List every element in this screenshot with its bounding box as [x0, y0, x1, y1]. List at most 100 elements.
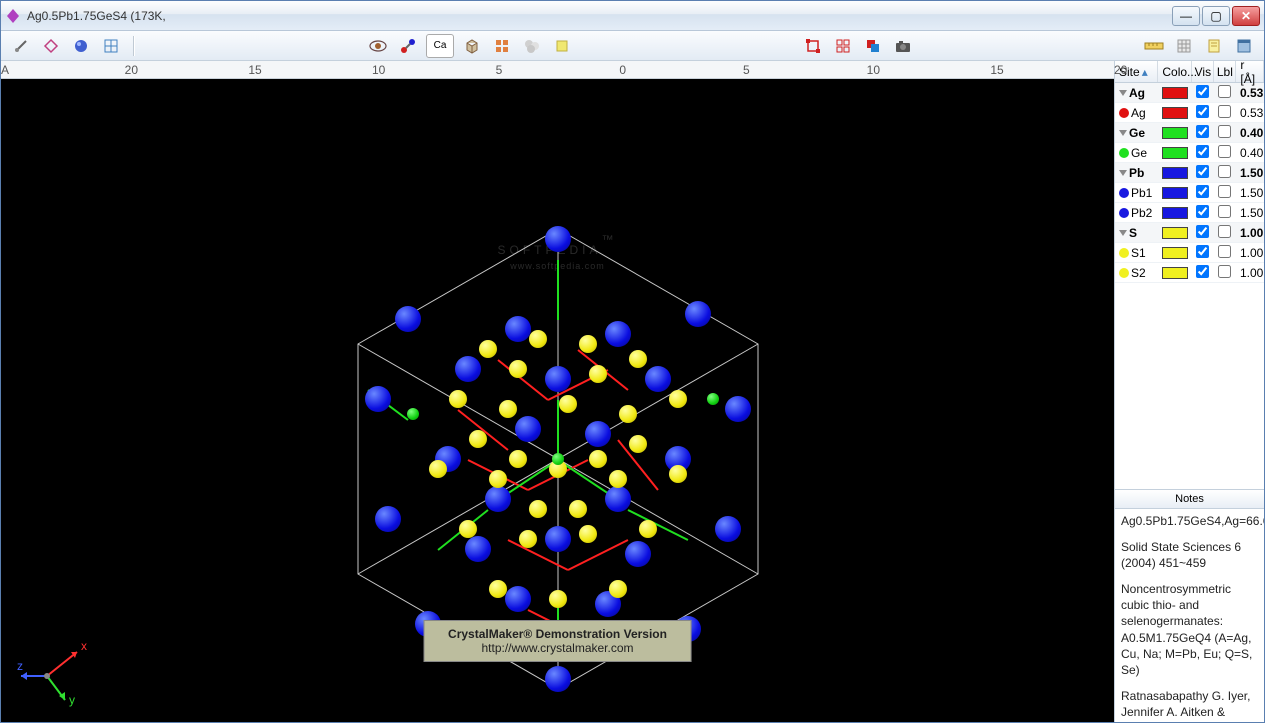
vis-checkbox[interactable]	[1196, 105, 1209, 118]
minimize-button[interactable]: —	[1172, 6, 1200, 26]
ruler-tick: 10	[372, 63, 385, 77]
label-button[interactable]: Ca	[426, 34, 454, 58]
radius-value: 0.40	[1236, 126, 1264, 140]
layout-button[interactable]	[831, 34, 855, 58]
notepad-button[interactable]	[1202, 34, 1226, 58]
vis-checkbox[interactable]	[1196, 245, 1209, 258]
color-swatch[interactable]	[1162, 87, 1188, 99]
vis-checkbox[interactable]	[1196, 85, 1209, 98]
color-swatch[interactable]	[1162, 227, 1188, 239]
vis-checkbox[interactable]	[1196, 165, 1209, 178]
color-swatch[interactable]	[1162, 167, 1188, 179]
ruler-tick: 10	[867, 63, 880, 77]
color-swatch[interactable]	[1162, 147, 1188, 159]
lbl-checkbox[interactable]	[1218, 145, 1231, 158]
site-name: Ag	[1129, 86, 1145, 100]
col-color[interactable]: Colo...	[1158, 61, 1192, 82]
color-swatch[interactable]	[1162, 107, 1188, 119]
site-name: Pb	[1129, 166, 1144, 180]
vis-checkbox[interactable]	[1196, 225, 1209, 238]
diamond-button[interactable]	[39, 34, 63, 58]
lbl-checkbox[interactable]	[1218, 125, 1231, 138]
atom-blue	[545, 526, 571, 552]
vis-checkbox[interactable]	[1196, 145, 1209, 158]
site-row[interactable]: Ag0.53	[1115, 83, 1264, 103]
site-row[interactable]: Pb21.50	[1115, 203, 1264, 223]
vis-checkbox[interactable]	[1196, 185, 1209, 198]
atom-blue	[545, 226, 571, 252]
notes-panel[interactable]: Ag0.5Pb1.75GeS4,Ag=66.67%,Pb1=16.67%,173…	[1115, 509, 1264, 723]
atom-yellow	[609, 470, 627, 488]
site-row[interactable]: S1.00	[1115, 223, 1264, 243]
site-name: Ge	[1131, 146, 1147, 160]
settings-button[interactable]	[9, 34, 33, 58]
grid-button[interactable]	[99, 34, 123, 58]
color-swatch[interactable]	[1162, 247, 1188, 259]
viewport-3d[interactable]: SOFTPEDIA™ www.softpedia.com CrystalMake…	[1, 79, 1114, 722]
demo-label: CrystalMaker® Demonstration Version http…	[423, 620, 692, 662]
grid2-button[interactable]	[490, 34, 514, 58]
atom-yellow	[579, 335, 597, 353]
color-swatch[interactable]	[1162, 267, 1188, 279]
layers-button[interactable]	[861, 34, 885, 58]
vis-checkbox[interactable]	[1196, 205, 1209, 218]
atom-yellow	[459, 520, 477, 538]
atom-yellow	[469, 430, 487, 448]
site-row[interactable]: S11.00	[1115, 243, 1264, 263]
eye-button[interactable]	[366, 34, 390, 58]
site-name: S	[1129, 226, 1137, 240]
lbl-checkbox[interactable]	[1218, 165, 1231, 178]
color-swatch[interactable]	[1162, 127, 1188, 139]
site-row[interactable]: Ag0.53	[1115, 103, 1264, 123]
lbl-checkbox[interactable]	[1218, 105, 1231, 118]
atom-blue	[545, 366, 571, 392]
color-swatch[interactable]	[1162, 187, 1188, 199]
note-button[interactable]	[550, 34, 574, 58]
site-row[interactable]: Ge0.40	[1115, 143, 1264, 163]
site-name: Ge	[1129, 126, 1145, 140]
ruler-button[interactable]	[1142, 34, 1166, 58]
vis-checkbox[interactable]	[1196, 125, 1209, 138]
lbl-checkbox[interactable]	[1218, 225, 1231, 238]
atom-blue	[485, 486, 511, 512]
lbl-checkbox[interactable]	[1218, 85, 1231, 98]
vis-checkbox[interactable]	[1196, 265, 1209, 278]
atom-yellow	[499, 400, 517, 418]
site-table: Site ▴ Colo... Vis Lbl r [Å] Ag0.53Ag0.5…	[1115, 61, 1264, 283]
atom-yellow	[489, 470, 507, 488]
lbl-checkbox[interactable]	[1218, 205, 1231, 218]
camera-button[interactable]	[891, 34, 915, 58]
atom-yellow	[589, 365, 607, 383]
ruler-tick: 20	[1114, 63, 1127, 77]
atom-blue	[715, 516, 741, 542]
bond-button[interactable]	[396, 34, 420, 58]
radius-value: 1.50	[1236, 206, 1264, 220]
col-vis[interactable]: Vis	[1192, 61, 1214, 82]
site-row[interactable]: S21.00	[1115, 263, 1264, 283]
cluster-button[interactable]	[520, 34, 544, 58]
col-r[interactable]: r [Å]	[1236, 61, 1264, 82]
lbl-checkbox[interactable]	[1218, 185, 1231, 198]
maximize-button[interactable]: ▢	[1202, 6, 1230, 26]
select-box-button[interactable]	[801, 34, 825, 58]
lbl-checkbox[interactable]	[1218, 245, 1231, 258]
cube-button[interactable]	[460, 34, 484, 58]
hatch-button[interactable]	[1172, 34, 1196, 58]
color-swatch[interactable]	[1162, 207, 1188, 219]
atom-blue	[605, 486, 631, 512]
atom-yellow	[609, 580, 627, 598]
atom-blue	[545, 666, 571, 692]
svg-text:y: y	[69, 693, 75, 707]
site-row[interactable]: Ge 0.40	[1115, 123, 1264, 143]
site-row[interactable]: Pb1.50	[1115, 163, 1264, 183]
site-row[interactable]: Pb11.50	[1115, 183, 1264, 203]
atom-yellow	[529, 500, 547, 518]
atom-yellow	[509, 450, 527, 468]
close-button[interactable]: ✕	[1232, 6, 1260, 26]
atom-yellow	[429, 460, 447, 478]
panel-button[interactable]	[1232, 34, 1256, 58]
col-lbl[interactable]: Lbl	[1214, 61, 1236, 82]
atom-green	[707, 393, 719, 405]
sphere-button[interactable]	[69, 34, 93, 58]
lbl-checkbox[interactable]	[1218, 265, 1231, 278]
